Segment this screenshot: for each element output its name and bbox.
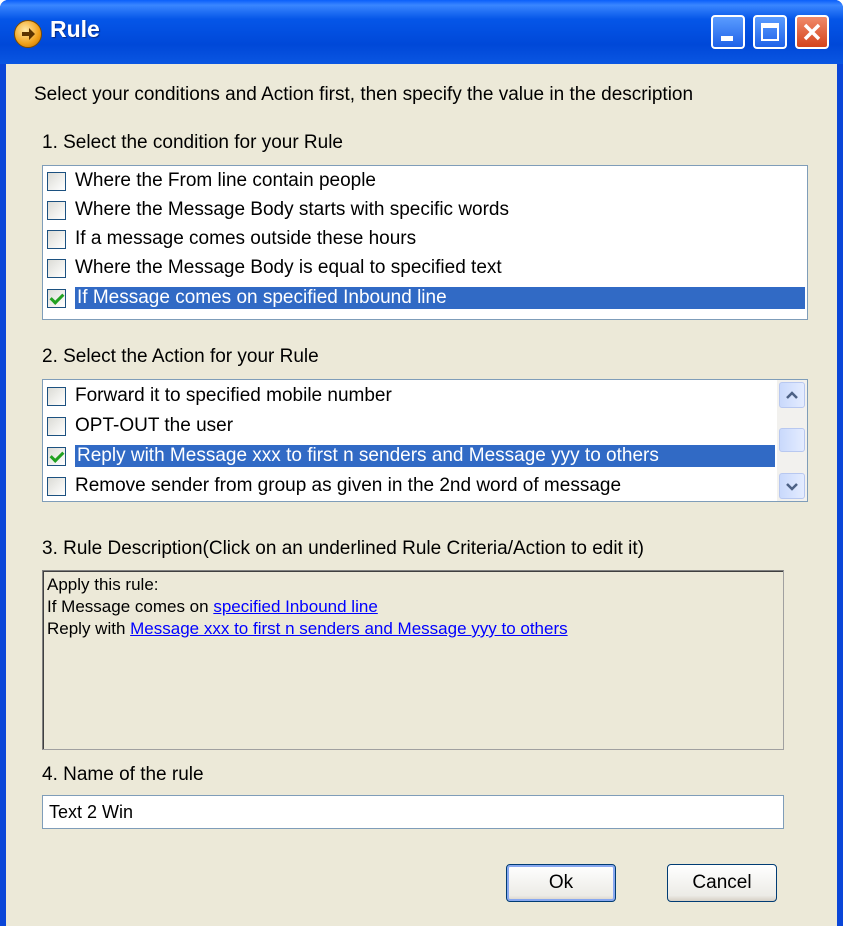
action-label: Forward it to specified mobile number — [75, 385, 392, 406]
scroll-thumb[interactable] — [779, 428, 805, 452]
chevron-down-icon — [786, 483, 798, 491]
condition-item[interactable]: If a message comes outside these hours — [45, 226, 805, 254]
condition-checkbox[interactable] — [47, 201, 66, 220]
rule-name-input[interactable] — [42, 795, 784, 829]
instruction-text: Select your conditions and Action first,… — [34, 84, 694, 105]
rule-name-heading: 4. Name of the rule — [42, 764, 204, 785]
description-condition-prefix: If Message comes on — [47, 597, 214, 616]
condition-label: Where the Message Body is equal to speci… — [75, 257, 502, 278]
condition-item[interactable]: Where the Message Body is equal to speci… — [45, 255, 805, 283]
actions-list[interactable]: Forward it to specified mobile number OP… — [42, 379, 808, 502]
description-action-prefix: Reply with — [47, 619, 131, 638]
condition-checkbox[interactable] — [47, 230, 66, 249]
action-checkbox[interactable] — [47, 477, 66, 496]
maximize-button[interactable] — [753, 15, 787, 49]
reply-message-link[interactable]: Message xxx to first n senders and Messa… — [130, 619, 567, 638]
condition-label: Where the From line contain people — [75, 170, 376, 191]
action-item[interactable]: Forward it to specified mobile number — [45, 383, 775, 411]
conditions-list[interactable]: Where the From line contain people Where… — [42, 165, 808, 320]
app-arrow-icon — [14, 20, 42, 48]
cancel-button[interactable]: Cancel — [667, 864, 777, 902]
action-item[interactable]: OPT-OUT the user — [45, 413, 775, 441]
action-label: OPT-OUT the user — [75, 415, 234, 436]
action-item[interactable]: Remove sender from group as given in the… — [45, 473, 775, 501]
condition-checkbox[interactable] — [47, 259, 66, 278]
action-item-selected[interactable]: Reply with Message xxx to first n sender… — [45, 443, 775, 471]
condition-checkbox[interactable] — [47, 172, 66, 191]
rule-description-box: Apply this rule: If Message comes on spe… — [42, 570, 784, 750]
title-bar[interactable]: Rule — [0, 0, 843, 64]
scroll-up-button[interactable] — [779, 382, 805, 408]
close-button[interactable] — [795, 15, 829, 49]
action-label: Remove sender from group as given in the… — [75, 475, 622, 496]
condition-label: If a message comes outside these hours — [75, 228, 417, 249]
window-title: Rule — [50, 16, 100, 42]
action-checkbox-checked[interactable] — [47, 447, 66, 466]
description-line-3: Reply with Message xxx to first n sender… — [47, 619, 568, 639]
inbound-line-link[interactable]: specified Inbound line — [213, 597, 377, 616]
description-line-2: If Message comes on specified Inbound li… — [47, 597, 378, 617]
condition-item[interactable]: Where the From line contain people — [45, 168, 805, 196]
ok-button[interactable]: Ok — [506, 864, 616, 902]
description-line-1: Apply this rule: — [47, 575, 159, 594]
condition-item-selected[interactable]: If Message comes on specified Inbound li… — [45, 285, 805, 313]
condition-label: If Message comes on specified Inbound li… — [75, 287, 805, 309]
scroll-down-button[interactable] — [779, 473, 805, 499]
close-icon — [803, 23, 821, 41]
description-heading: 3. Rule Description(Click on an underlin… — [42, 538, 644, 559]
minimize-button[interactable] — [711, 15, 745, 49]
condition-checkbox-checked[interactable] — [47, 289, 66, 308]
action-label: Reply with Message xxx to first n sender… — [75, 445, 775, 467]
actions-scrollbar[interactable] — [777, 380, 807, 501]
conditions-heading: 1. Select the condition for your Rule — [42, 132, 344, 153]
action-checkbox[interactable] — [47, 387, 66, 406]
minimize-icon — [721, 36, 733, 41]
chevron-up-icon — [786, 391, 798, 399]
condition-item[interactable]: Where the Message Body starts with speci… — [45, 197, 805, 225]
maximize-icon — [761, 23, 779, 41]
condition-label: Where the Message Body starts with speci… — [75, 199, 510, 220]
actions-heading: 2. Select the Action for your Rule — [42, 346, 319, 367]
action-checkbox[interactable] — [47, 417, 66, 436]
